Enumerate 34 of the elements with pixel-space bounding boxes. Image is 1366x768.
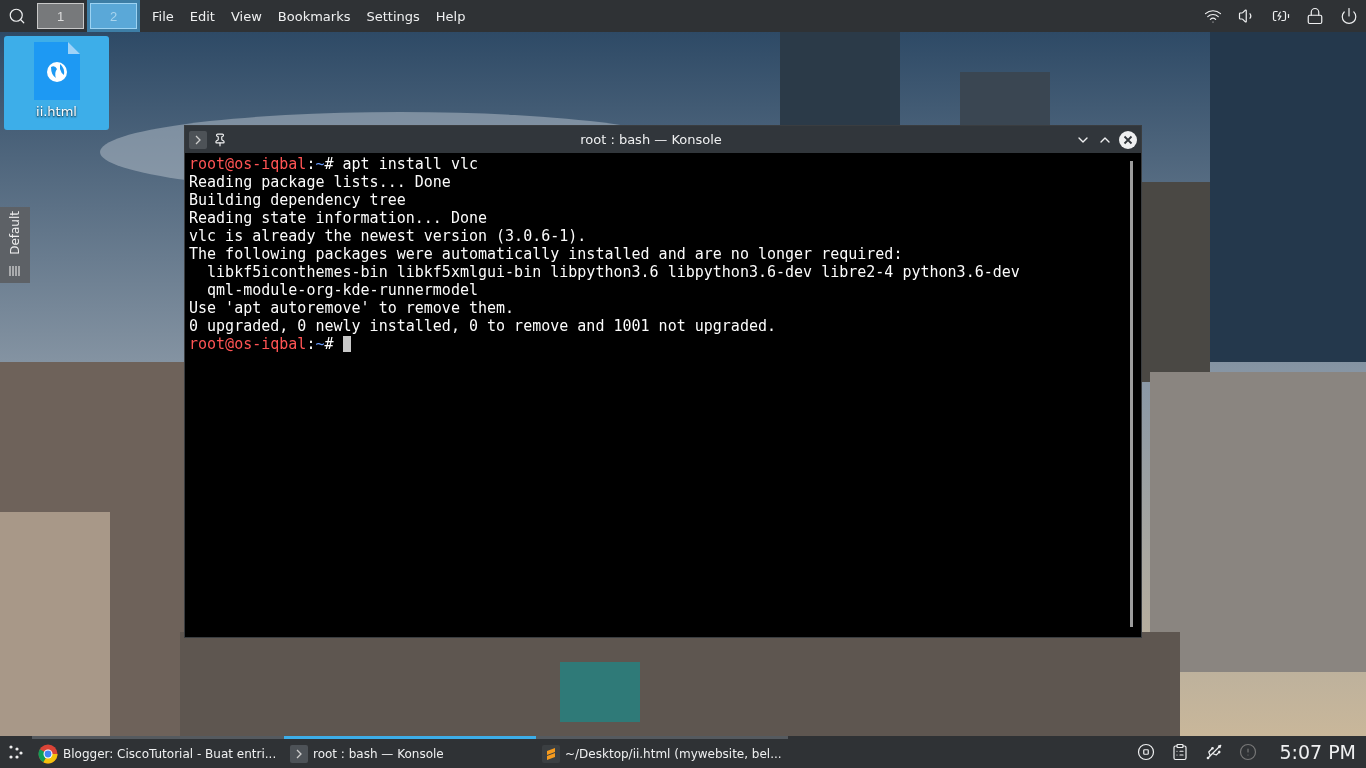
clock[interactable]: 5:07 PM <box>1265 741 1366 763</box>
menu-item[interactable]: File <box>144 0 182 32</box>
menu-item[interactable]: View <box>222 0 270 32</box>
menu-item[interactable]: Help <box>427 0 474 32</box>
html-file-icon <box>33 42 80 100</box>
output-line: 0 upgraded, 0 newly installed, 0 to remove and 1001 not upgraded. <box>189 317 777 335</box>
chrome-icon <box>38 743 58 764</box>
scrollbar[interactable] <box>1130 161 1133 627</box>
output-line: libkf5iconthemes-bin libkf5xmlgui-bin libpython3.6 libpython3.6-dev libre2-4 python3.6-dev <box>206 263 1021 281</box>
panel-tab-label: Default <box>8 211 22 255</box>
panel-tab[interactable]: Default <box>0 207 30 283</box>
taskbar-task[interactable]: ~/Desktop/ii.html (mywebsite, bel... <box>536 736 788 768</box>
output-line: Reading package lists... Done <box>189 173 452 191</box>
output-line: The following packages were automatically installed and are no longer required: <box>189 245 904 263</box>
menu-item[interactable]: Bookmarks <box>269 0 359 32</box>
taskbar-task[interactable]: root : bash — Konsole <box>284 736 536 768</box>
window-title: root : bash — Konsole <box>579 132 723 147</box>
prompt-line: root@os-iqbal:~# <box>189 335 1122 353</box>
menu-item[interactable]: Settings <box>358 0 428 32</box>
terminal-icon <box>290 744 308 763</box>
handle-icon <box>9 265 21 277</box>
output-line: Building dependency tree <box>189 191 407 209</box>
sublime-icon <box>542 744 560 763</box>
menu-item[interactable]: Edit <box>181 0 223 32</box>
file-name: ii.html <box>36 104 77 119</box>
output-line: Use 'apt autoremove' to remove them. <box>189 299 516 317</box>
output-line: Reading state information... Done <box>189 209 488 227</box>
output-line: qml-module-org-kde-runnermodel <box>206 281 479 299</box>
taskbar-task[interactable]: Blogger: CiscoTutorial - Buat entri... <box>32 736 284 768</box>
terminal-icon <box>189 130 207 149</box>
prompt-line: root@os-iqbal:~# apt install vlc <box>189 155 479 173</box>
close-icon[interactable] <box>1119 130 1137 149</box>
pin-icon[interactable] <box>213 132 227 147</box>
output-line: vlc is already the newest version (3.0.6-1). <box>189 227 588 245</box>
